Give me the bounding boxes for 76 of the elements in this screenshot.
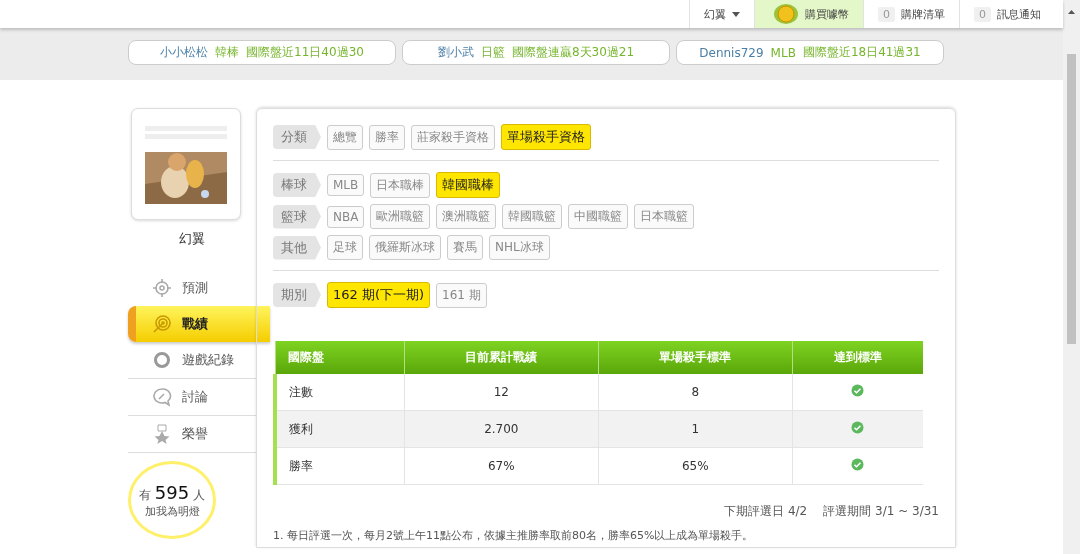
filter-option[interactable]: 歐洲職籃 <box>370 204 431 229</box>
filter-option[interactable]: 賽馬 <box>447 235 483 260</box>
filter-label: 期別 <box>273 283 321 307</box>
ticker-user: 劉小武 <box>437 44 474 61</box>
scrollbar-thumb[interactable] <box>1067 54 1076 344</box>
nav-item[interactable]: 討論 <box>128 379 256 416</box>
username: 幻翼 <box>178 230 206 248</box>
filter-option[interactable]: NHL冰球 <box>489 235 550 260</box>
ticker-card[interactable]: 小小松松 韓棒 國際盤近11日40過30 <box>128 40 396 65</box>
filter-option[interactable]: 161 期 <box>436 282 487 308</box>
message-count: 0 <box>974 6 991 22</box>
table-cell: 65% <box>598 447 793 485</box>
nav-item[interactable]: 預測 <box>128 270 256 306</box>
filter-option[interactable]: 單場殺手資格 <box>501 124 591 150</box>
chat-bubble-icon <box>152 387 172 407</box>
table-cell: 獲利 <box>275 410 405 448</box>
column-header: 國際盤 <box>275 341 405 374</box>
filter-option[interactable]: 162 期(下一期) <box>327 282 431 308</box>
filter-option[interactable]: 日本職籃 <box>634 204 695 229</box>
user-menu[interactable]: 幻翼 <box>689 0 754 28</box>
coin-icon <box>773 3 799 25</box>
ticker-league: 日籃 <box>480 44 505 61</box>
table-cell: 2.700 <box>404 410 599 448</box>
nav-item[interactable]: 戰績 <box>128 306 270 342</box>
filter-option[interactable]: 韓國職棒 <box>436 172 501 198</box>
table-cell: 67% <box>404 447 599 485</box>
table-cell: 1 <box>598 410 793 448</box>
messages-link[interactable]: 0 訊息通知 <box>959 0 1055 28</box>
scrollbar[interactable] <box>1063 0 1080 554</box>
filter-label: 棒球 <box>273 173 321 197</box>
filter-label: 其他 <box>273 235 321 260</box>
ticker-user: Dennis729 <box>699 45 764 60</box>
filter-label: 分類 <box>273 125 321 149</box>
nav-item[interactable]: 榮譽 <box>128 416 256 453</box>
filter-option[interactable]: 勝率 <box>369 124 405 150</box>
filter-option[interactable]: NBA <box>327 205 365 228</box>
table-cell: 勝率 <box>275 447 405 485</box>
filter-option[interactable]: 韓國職籃 <box>502 204 563 229</box>
cart-link[interactable]: 0 購牌清單 <box>863 0 959 28</box>
medal-icon <box>152 424 172 444</box>
fan-count: 有 595 人 <box>139 481 205 504</box>
filter-option[interactable]: 中國職籃 <box>568 204 629 229</box>
ticker-record: 國際盤連贏8天30過21 <box>511 44 635 61</box>
filter-option[interactable]: 俄羅斯冰球 <box>369 235 441 260</box>
next-evaluation-date: 下期評選日 4/2 <box>724 503 808 520</box>
ticker-league: 韓棒 <box>215 44 240 61</box>
ticker-record: 國際盤近11日40過30 <box>246 44 364 61</box>
filter-option[interactable]: 莊家殺手資格 <box>411 124 495 150</box>
nav-item[interactable]: 遊戲紀錄 <box>128 342 256 379</box>
filter-option[interactable]: 日本職棒 <box>370 172 431 198</box>
column-header: 目前累計戰績 <box>404 341 599 374</box>
table-cell: 8 <box>598 374 793 411</box>
filter-option[interactable]: 足球 <box>327 235 363 260</box>
filter-option[interactable]: MLB <box>327 174 365 196</box>
caret-icon <box>732 11 740 17</box>
table-cell: 12 <box>404 374 599 411</box>
filter-label: 籃球 <box>273 204 321 229</box>
ticker-league: MLB <box>770 45 796 60</box>
evaluation-period: 評選期間 3/1 ~ 3/31 <box>823 503 939 520</box>
ticker-card[interactable]: 劉小武 日籃 國際盤連贏8天30過21 <box>402 40 670 65</box>
ticker-record: 國際盤近18日41過31 <box>802 44 921 61</box>
rule-note: 1. 每日評選一次，每月2號上午11點公布，依據主推勝率取前80名，勝率65%以上成為單場殺手。 <box>273 528 755 544</box>
filter-option[interactable]: 澳洲職籃 <box>436 204 497 229</box>
fan-caption: 加我為明燈 <box>144 503 200 519</box>
target-icon <box>152 314 172 334</box>
cart-count: 0 <box>878 6 895 22</box>
crosshair-icon <box>152 278 172 298</box>
buy-coins-button[interactable]: 購買噱幣 <box>754 0 863 28</box>
ticker-user: 小小松松 <box>160 44 209 61</box>
ticker-card[interactable]: Dennis729 MLB 國際盤近18日41過31 <box>676 40 944 65</box>
column-header: 單場殺手標準 <box>598 341 793 374</box>
fan-count-badge[interactable]: 有 595 人 加我為明燈 <box>128 461 216 539</box>
scroll-up-icon <box>1068 10 1075 14</box>
filter-option[interactable]: 總覽 <box>327 124 363 150</box>
ring-icon <box>152 350 172 370</box>
column-header: 達到標準 <box>792 341 923 374</box>
